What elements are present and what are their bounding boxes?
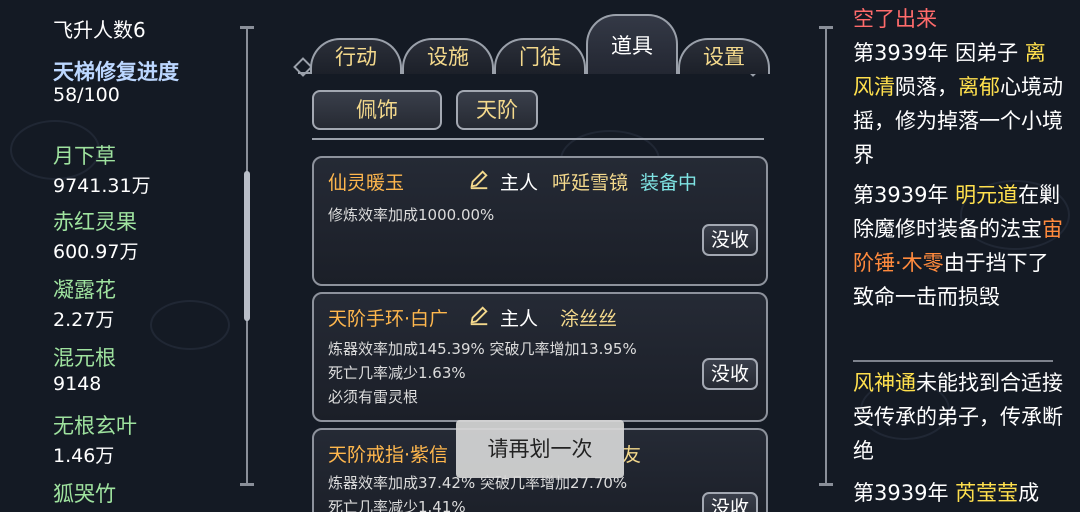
- log-scrollbar[interactable]: [819, 26, 833, 486]
- confiscate-button[interactable]: 没收: [702, 358, 758, 390]
- item-name: 天阶戒指·紫信: [328, 444, 449, 466]
- ladder-repair-value: 58/100: [53, 84, 120, 106]
- disciple-name: 离郁: [958, 75, 1000, 99]
- resource-value: 600.97万: [53, 241, 139, 263]
- owner-name: 涂丝丝: [560, 308, 618, 330]
- resource-name: 混元根: [53, 346, 116, 370]
- owner-name: 呼延雪镜: [552, 172, 629, 194]
- event-log: 空了出来 第3939年 因弟子 离风清陨落，离郁心境动摇，修为掉落一个小境界 第…: [840, 0, 1080, 512]
- edit-pencil-icon[interactable]: [468, 304, 490, 326]
- disciple-name: 明元道: [955, 183, 1019, 207]
- ladder-repair-title: 天梯修复进度: [53, 60, 179, 84]
- resource-name: 无根玄叶: [53, 414, 137, 438]
- edit-pencil-icon[interactable]: [468, 168, 490, 190]
- log-text: 第3939年: [853, 481, 956, 505]
- item-card: 天阶手环·白广 主人 涂丝丝 炼器效率加成145.39% 突破几率增加13.95…: [312, 292, 768, 422]
- subtab-divider: [312, 138, 764, 140]
- resource-scrollbar[interactable]: [240, 26, 254, 486]
- log-entry: 第3939年 因弟子 离风清陨落，离郁心境动摇，修为掉落一个小境界: [853, 36, 1063, 172]
- item-effect: 修炼效率加成1000.00%: [328, 206, 495, 224]
- owner-name: 友: [622, 444, 642, 466]
- log-line: 空了出来: [853, 7, 937, 31]
- confiscate-button[interactable]: 没收: [702, 492, 758, 512]
- subtab-heaven-grade[interactable]: 天阶: [456, 90, 538, 130]
- scrollbar-thumb[interactable]: [244, 171, 250, 321]
- log-entry: 风神通未能找到合适接受传承的弟子，传承断绝: [853, 366, 1063, 468]
- ascension-count: 飞升人数6: [53, 18, 146, 42]
- item-effect: 死亡几率减少1.41%: [328, 498, 466, 512]
- item-name: 天阶手环·白广: [328, 308, 449, 330]
- log-entry: 第3939年 芮莹莹成: [853, 476, 1063, 510]
- item-name: 仙灵暖玉: [328, 172, 405, 194]
- resource-value: 9148: [53, 373, 102, 395]
- disciple-name: 芮莹莹: [955, 481, 1019, 505]
- owner-label: 主人: [500, 308, 539, 330]
- resource-value: 9741.31万: [53, 175, 151, 197]
- log-text: 陨落，: [895, 75, 958, 99]
- log-text: 第3939年: [853, 183, 956, 207]
- resource-name: 月下草: [53, 144, 116, 168]
- disciple-name: 风神通: [853, 371, 916, 395]
- tab-disciples[interactable]: 门徒: [494, 38, 586, 74]
- log-divider: [853, 360, 1053, 362]
- toast-message: 请再划一次: [456, 420, 624, 478]
- equipped-status: 装备中: [640, 172, 698, 194]
- resource-name: 赤红灵果: [53, 210, 137, 234]
- log-text: 成: [1018, 481, 1040, 505]
- resource-name: 狐哭竹: [53, 482, 116, 506]
- tab-action[interactable]: 行动: [310, 38, 402, 74]
- resource-value: 2.27万: [53, 309, 115, 331]
- owner-label: 主人: [500, 172, 539, 194]
- resource-name: 凝露花: [53, 278, 116, 302]
- resource-value: 1.46万: [53, 445, 115, 467]
- tab-items[interactable]: 道具: [586, 14, 678, 74]
- resource-panel: 飞升人数6 天梯修复进度 58/100 月下草 9741.31万 赤红灵果 60…: [0, 0, 240, 512]
- subtab-accessories[interactable]: 佩饰: [312, 90, 442, 130]
- log-text: 第3939年 因弟子: [853, 41, 1025, 65]
- log-entry: 第3939年 明元道在剿除魔修时装备的法宝宙阶锤·木零由于挡下了致命一击而损毁: [853, 178, 1063, 314]
- item-effect: 炼器效率加成145.39% 突破几率增加13.95%: [328, 340, 637, 358]
- confiscate-button[interactable]: 没收: [702, 224, 758, 256]
- item-card: 仙灵暖玉 主人 呼延雪镜 装备中 修炼效率加成1000.00% 没收: [312, 156, 768, 286]
- item-effect: 必须有雷灵根: [328, 388, 419, 406]
- item-effect: 死亡几率减少1.63%: [328, 364, 466, 382]
- tab-settings[interactable]: 设置: [678, 38, 770, 74]
- tab-facility[interactable]: 设施: [402, 38, 494, 74]
